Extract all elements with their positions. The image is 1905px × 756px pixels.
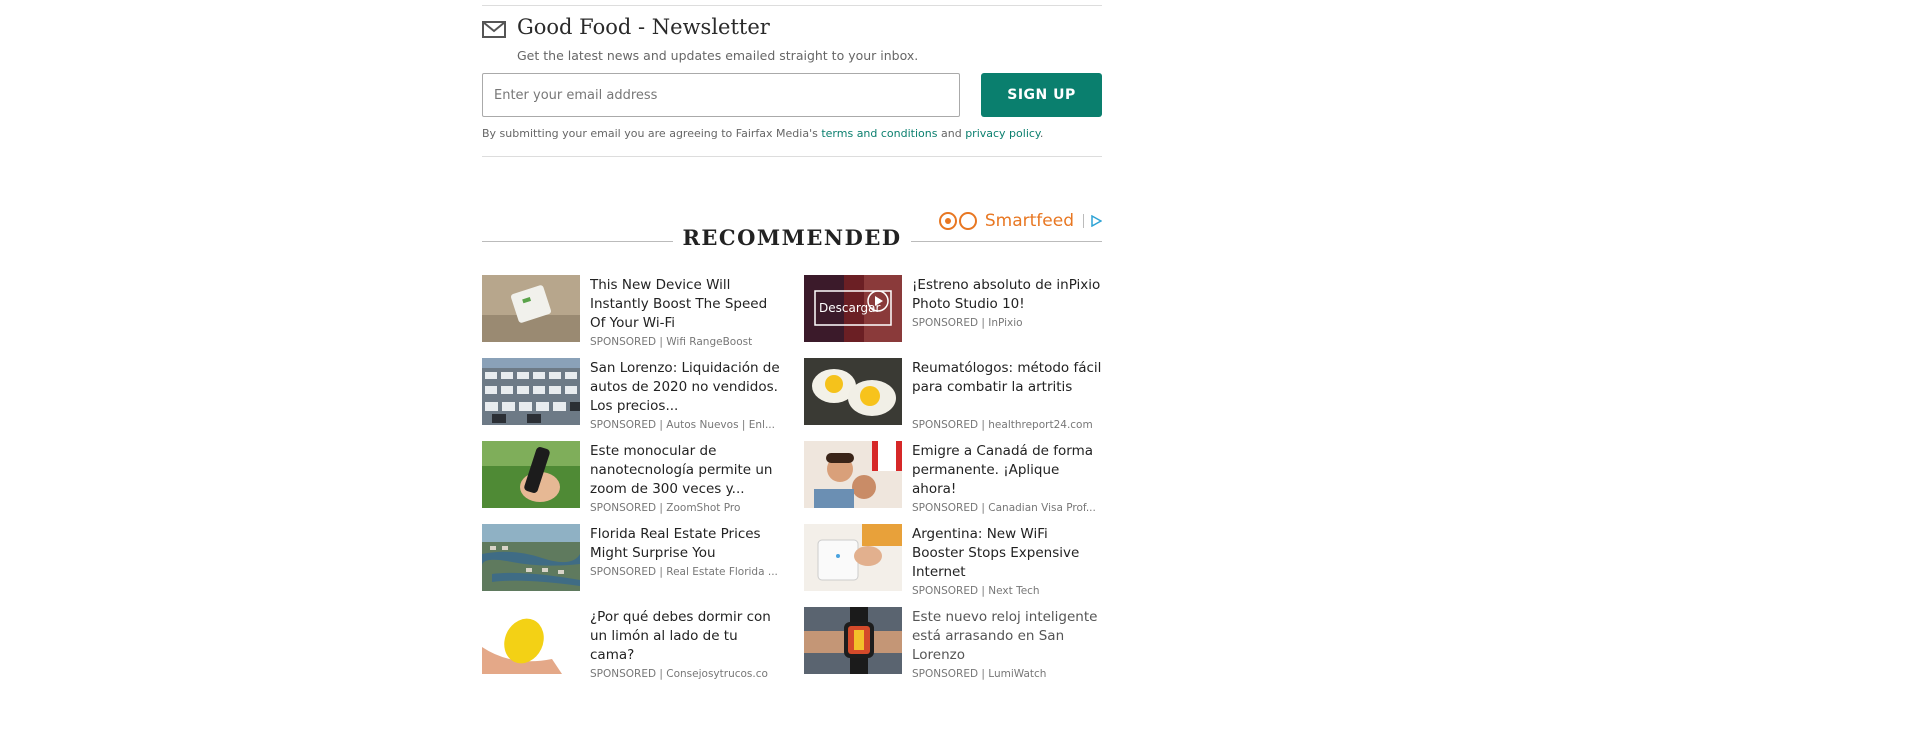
recommended-item[interactable]: Reumatólogos: método fácil para combatir… xyxy=(804,358,1104,436)
item-title[interactable]: ¡Estreno absoluto de inPixio Photo Studi… xyxy=(912,276,1104,314)
recommended-item[interactable]: San Lorenzo: Liquidación de autos de 202… xyxy=(482,358,782,436)
item-title[interactable]: Este monocular de nanotecnología permite… xyxy=(590,442,782,499)
legal-suffix: . xyxy=(1039,127,1044,140)
item-title[interactable]: This New Device Will Instantly Boost The… xyxy=(590,276,782,333)
item-title[interactable]: ¿Por qué debes dormir con un limón al la… xyxy=(590,608,782,665)
recommended-title: RECOMMENDED xyxy=(673,225,911,250)
monocular-thumbnail[interactable] xyxy=(482,441,580,508)
recommended-item[interactable]: Emigre a Canadá de forma permanente. ¡Ap… xyxy=(804,441,1104,519)
item-source: SPONSORED | Wifi RangeBoost xyxy=(590,336,753,348)
item-title[interactable]: Reumatólogos: método fácil para combatir… xyxy=(912,359,1104,397)
parked-cars-thumbnail[interactable] xyxy=(482,358,580,425)
newsletter-title: Good Food - Newsletter xyxy=(517,15,770,39)
privacy-policy-link[interactable]: privacy policy xyxy=(965,127,1040,140)
florida-aerial-thumbnail[interactable] xyxy=(482,524,580,591)
item-title[interactable]: Argentina: New WiFi Booster Stops Expens… xyxy=(912,525,1104,582)
canada-couple-thumbnail[interactable] xyxy=(804,441,902,508)
item-source: SPONSORED | healthreport24.com xyxy=(912,419,1093,431)
item-title[interactable]: San Lorenzo: Liquidación de autos de 202… xyxy=(590,359,782,416)
item-source: SPONSORED | Canadian Visa Prof... xyxy=(912,502,1096,514)
item-source: SPONSORED | LumiWatch xyxy=(912,668,1047,680)
item-title[interactable]: Este nuevo reloj inteligente está arrasa… xyxy=(912,608,1104,665)
terms-and-conditions-link[interactable]: terms and conditions xyxy=(821,127,937,140)
legal-and: and xyxy=(940,127,962,140)
recommended-item[interactable]: Este nuevo reloj inteligente está arrasa… xyxy=(804,607,1104,685)
item-source: SPONSORED | ZoomShot Pro xyxy=(590,502,741,514)
newsletter-subtitle: Get the latest news and updates emailed … xyxy=(517,48,919,63)
recommended-item[interactable]: Florida Real Estate Prices Might Surpris… xyxy=(482,524,782,602)
wifi-device-thumbnail[interactable] xyxy=(482,275,580,342)
item-source: SPONSORED | InPixio xyxy=(912,317,1023,329)
recommended-item[interactable]: Este monocular de nanotecnología permite… xyxy=(482,441,782,519)
item-source: SPONSORED | Autos Nuevos | Enl... xyxy=(590,419,775,431)
recommended-item[interactable]: This New Device Will Instantly Boost The… xyxy=(482,275,782,353)
item-source: SPONSORED | Consejosytrucos.co xyxy=(590,668,768,680)
item-title[interactable]: Florida Real Estate Prices Might Surpris… xyxy=(590,525,782,563)
legal-notice: By submitting your email you are agreein… xyxy=(482,127,1043,140)
email-input[interactable] xyxy=(482,73,960,117)
recommended-item[interactable]: ¿Por qué debes dormir con un limón al la… xyxy=(482,607,782,685)
recommended-item[interactable]: Argentina: New WiFi Booster Stops Expens… xyxy=(804,524,1104,602)
download-overlay-text: Descargar xyxy=(819,301,881,315)
smartwatch-thumbnail[interactable] xyxy=(804,607,902,674)
item-source: SPONSORED | Next Tech xyxy=(912,585,1040,597)
newsletter-divider xyxy=(482,156,1102,157)
envelope-icon xyxy=(482,21,506,38)
fried-eggs-thumbnail[interactable] xyxy=(804,358,902,425)
sign-up-button[interactable]: SIGN UP xyxy=(981,73,1102,117)
recommended-item[interactable]: Descargar ¡Estreno absoluto de inPixio P… xyxy=(804,275,1104,353)
wifi-booster-thumbnail[interactable] xyxy=(804,524,902,591)
legal-prefix: By submitting your email you are agreein… xyxy=(482,127,818,140)
recommended-heading: RECOMMENDED xyxy=(482,225,1102,250)
lemon-hand-thumbnail[interactable] xyxy=(482,607,580,674)
top-divider xyxy=(482,5,1102,6)
item-title[interactable]: Emigre a Canadá de forma permanente. ¡Ap… xyxy=(912,442,1104,499)
item-source: SPONSORED | Real Estate Florida ... xyxy=(590,566,778,578)
